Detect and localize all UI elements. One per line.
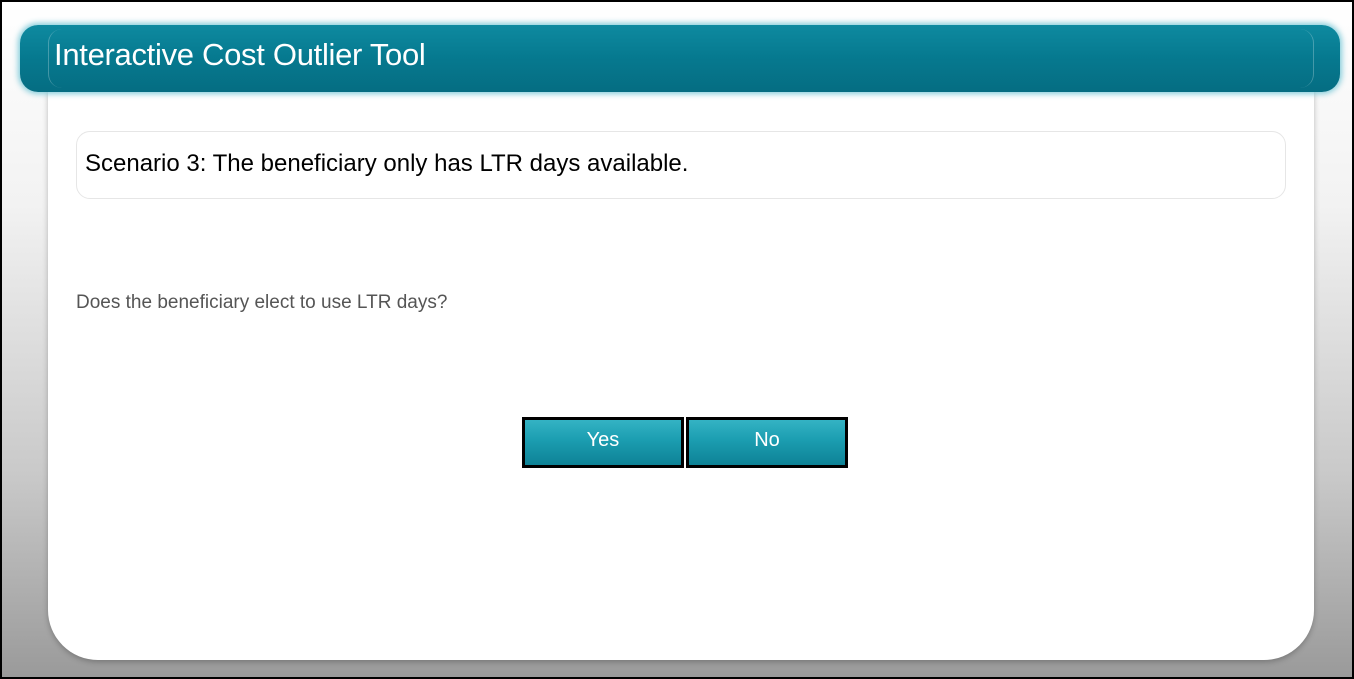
- no-button[interactable]: No: [686, 417, 848, 468]
- scenario-text: Scenario 3: The beneficiary only has LTR…: [85, 150, 689, 177]
- yes-button-label: Yes: [586, 429, 620, 451]
- no-button-label: No: [754, 429, 780, 451]
- scenario-panel: Scenario 3: The beneficiary only has LTR…: [76, 131, 1286, 199]
- yes-button[interactable]: Yes: [522, 417, 684, 468]
- title-bar: Interactive Cost Outlier Tool: [20, 25, 1340, 92]
- app-window: Interactive Cost Outlier Tool Scenario 3…: [0, 0, 1354, 679]
- question-prompt: Does the beneficiary elect to use LTR da…: [76, 292, 448, 313]
- app-title: Interactive Cost Outlier Tool: [54, 37, 426, 72]
